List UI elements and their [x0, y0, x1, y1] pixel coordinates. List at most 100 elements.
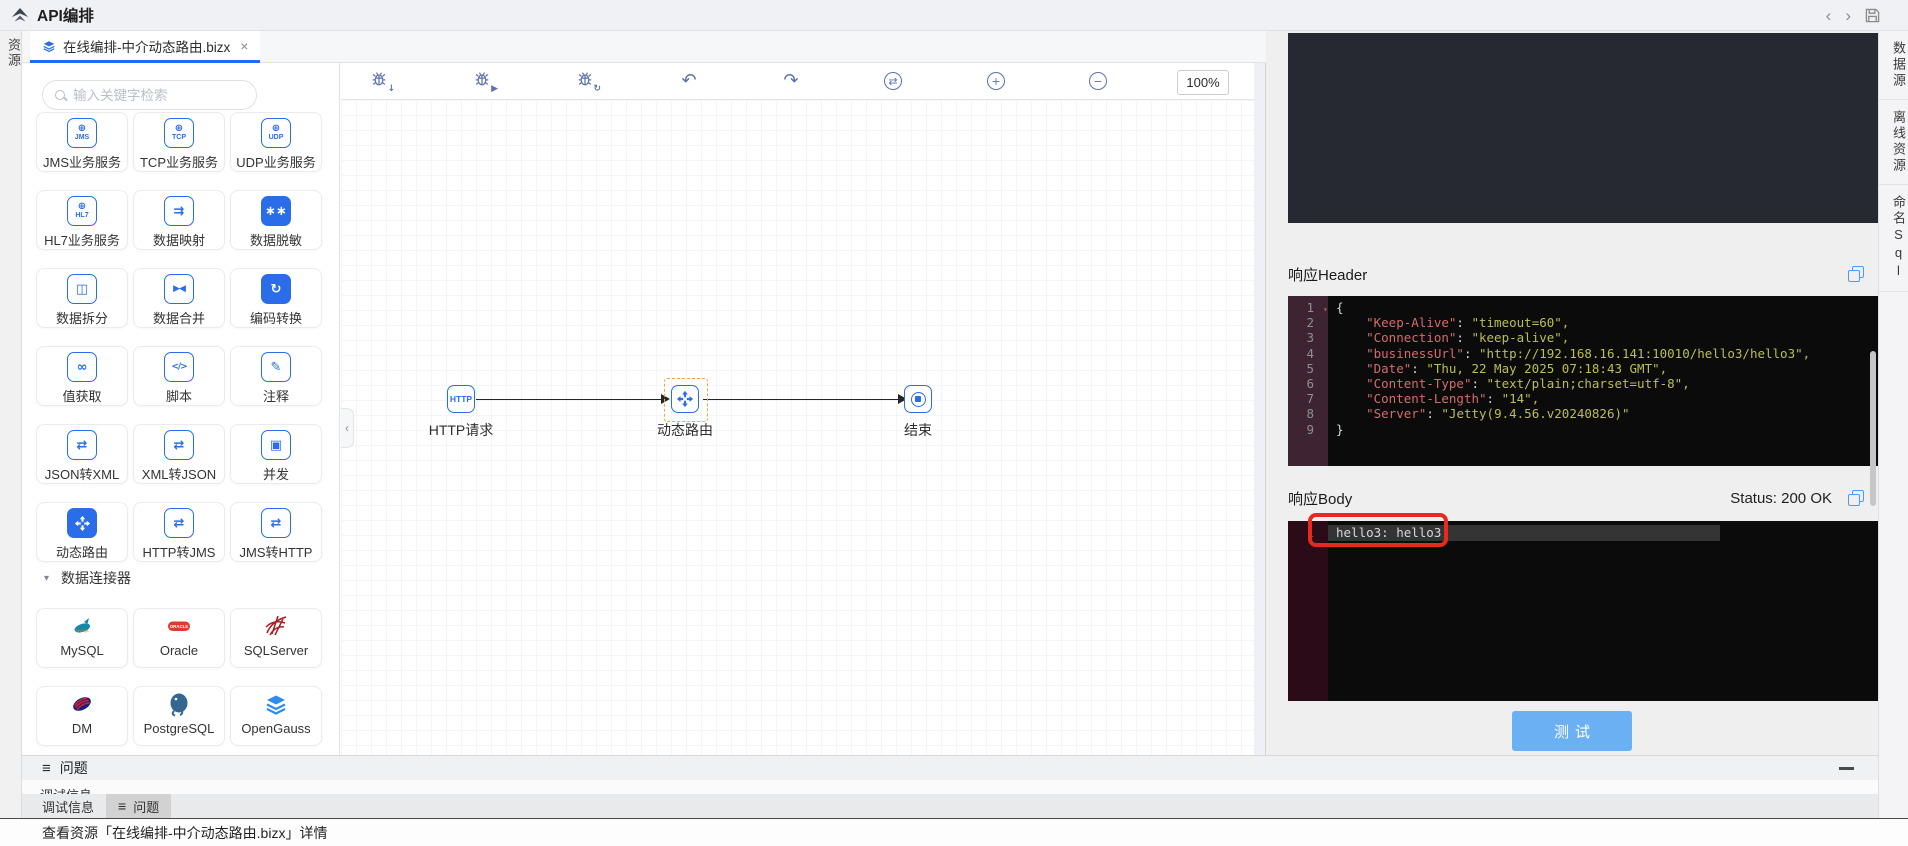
line-number: 7	[1306, 391, 1314, 407]
line-number: 1	[1306, 300, 1314, 315]
code-text: "Keep-Alive": "timeout=60",	[1366, 315, 1570, 331]
palette-search-box[interactable]	[42, 80, 257, 110]
glyph: ⇄	[173, 515, 185, 531]
connector-label: SQLServer	[243, 643, 309, 658]
palette-item-16[interactable]: ⇄ HTTP转JMS	[133, 502, 225, 562]
debug-restart-button[interactable]: ↻	[575, 69, 601, 94]
route-node-icon[interactable]	[664, 378, 708, 422]
panel-scrollbar-thumb[interactable]	[1870, 351, 1876, 506]
connector-item-postgresql[interactable]: PostgreSQL	[133, 686, 225, 746]
response-header-code[interactable]: 1 ▾{2 "Keep-Alive": "timeout=60", 3 "Conne…	[1288, 296, 1878, 466]
rail-tab-2[interactable]: 命名Sql	[1879, 185, 1908, 292]
back-arrow-icon[interactable]: ‹	[1826, 7, 1832, 24]
palette-item-13[interactable]: ⇄ XML转JSON	[133, 424, 225, 484]
debug-deploy-button[interactable]: ↓	[369, 69, 395, 94]
connector-item-oracle[interactable]: ORACLE Oracle	[133, 608, 225, 668]
collapse-palette-handle[interactable]: ‹	[341, 408, 354, 448]
connector-item-opengauss[interactable]: OpenGauss	[230, 686, 322, 746]
zoom-level-indicator[interactable]: 100%	[1177, 70, 1229, 95]
opengauss-icon	[231, 691, 321, 717]
code-line: 2 "Keep-Alive": "timeout=60",	[1288, 315, 1878, 330]
debug-run-button[interactable]: ▶	[472, 69, 498, 94]
palette-item-4[interactable]: ⇉ 数据映射	[133, 190, 225, 250]
node-palette-panel: ⊕JMSJMS业务服务⊕TCPTCP业务服务 ⊕UDP UDP业务服务 ⊕HL7HL7…	[22, 63, 340, 757]
code-line: 3 "Connection": "keep-alive",	[1288, 330, 1878, 345]
zoom-out-button[interactable]: −	[1086, 69, 1110, 93]
problems-header-bar[interactable]: ≡ 问题	[22, 755, 1878, 780]
zoom-in-button[interactable]: +	[984, 69, 1008, 93]
palette-item-3[interactable]: ⊕ HL7 HL7业务服务	[36, 190, 128, 250]
palette-item-7[interactable]: ▶◀ 数据合并	[133, 268, 225, 328]
palette-item-0[interactable]: ⊕ JMS JMS业务服务	[36, 112, 128, 172]
palette-icon-tcp: ⊕ TCP	[164, 118, 194, 148]
rail-tab-0[interactable]: 数据源	[1879, 31, 1908, 100]
test-button[interactable]: 测试	[1512, 711, 1632, 751]
connector-label: DM	[71, 721, 93, 736]
palette-item-label: 数据映射	[152, 233, 205, 248]
connector-item-dm[interactable]: DM	[36, 686, 128, 746]
copy-body-icon[interactable]	[1848, 490, 1864, 506]
sqlserver-icon	[231, 613, 321, 639]
selection-dashed-box	[664, 378, 708, 422]
palette-item-15[interactable]: 动态路由	[36, 502, 128, 562]
palette-item-1[interactable]: ⊕ TCP TCP业务服务	[133, 112, 225, 172]
palette-item-8[interactable]: ↻ 编码转换	[230, 268, 322, 328]
palette-item-17[interactable]: ⇄ JMS转HTTP	[230, 502, 322, 562]
fit-view-button[interactable]: ⇄	[881, 69, 905, 93]
flow-canvas[interactable]: ‹ HTTP HTTP请求 动态路由 结束	[341, 100, 1254, 757]
protocol-code: TCP	[172, 133, 186, 141]
bottom-tab-debug-info[interactable]: 调试信息	[30, 794, 106, 818]
section-data-connectors[interactable]: ▾ 数据连接器	[44, 568, 131, 588]
line-number: 5	[1306, 360, 1314, 376]
problems-header-label: 问题	[59, 760, 88, 776]
rail-tab-1[interactable]: 离线资源	[1879, 100, 1908, 185]
api-orchestration-app: API编排 ‹ › 资源 在线编排-中介动态路由.bizx × 输入关键字检索 …	[0, 0, 1908, 846]
file-tab-active[interactable]: 在线编排-中介动态路由.bizx ×	[30, 31, 261, 63]
save-icon[interactable]	[1865, 8, 1880, 23]
forward-arrow-icon[interactable]: ›	[1845, 7, 1851, 24]
node-http-request[interactable]: HTTP HTTP请求	[416, 385, 506, 440]
glyph: ◫	[75, 281, 89, 297]
palette-item-label: 数据拆分	[55, 311, 108, 326]
palette-item-label: 数据合并	[152, 311, 205, 326]
palette-item-label: 脚本	[165, 389, 192, 404]
code-line: 1 ▾{	[1288, 300, 1878, 315]
palette-item-11[interactable]: ✎ 注释	[230, 346, 322, 406]
resources-rail-tab[interactable]: 资源	[4, 38, 23, 68]
connector-grid: MySQL MySQL ORACLE Oracle SQLServer DM Postgre…	[36, 608, 332, 746]
redo-button[interactable]: ↷	[779, 69, 803, 93]
palette-item-6[interactable]: ◫ 数据拆分	[36, 268, 128, 328]
palette-icon-udp: ⊕ UDP	[261, 118, 291, 148]
code-text: "businessUrl": "http://192.168.16.141:10…	[1366, 345, 1811, 361]
glyph: </>	[171, 361, 187, 372]
palette-item-12[interactable]: ⇄ JSON转XML	[36, 424, 128, 484]
copy-header-icon[interactable]	[1848, 266, 1864, 282]
response-body-code[interactable]: 1 hello3: hello3	[1288, 521, 1878, 701]
glyph: ▶◀	[173, 283, 186, 294]
clipped-row: 调试信息	[22, 780, 1878, 794]
palette-item-10[interactable]: </> 脚本	[133, 346, 225, 406]
connector-item-mysql[interactable]: MySQL MySQL	[36, 608, 128, 668]
node-label: 结束	[904, 422, 932, 438]
glyph: ▣	[269, 437, 283, 453]
connector-item-sqlserver[interactable]: SQLServer	[230, 608, 322, 668]
palette-item-label: UDP业务服务	[236, 155, 316, 170]
bottom-tab-problems[interactable]: ≡ 问题	[106, 794, 172, 818]
palette-item-14[interactable]: ▣ 并发	[230, 424, 322, 484]
node-end[interactable]: 结束	[873, 385, 963, 440]
palette-item-5[interactable]: ∗∗ 数据脱敏	[230, 190, 322, 250]
palette-icon: ⇄	[261, 508, 291, 538]
close-tab-icon[interactable]: ×	[240, 38, 248, 54]
node-dynamic-route[interactable]: 动态路由	[640, 378, 730, 440]
http-node-icon[interactable]: HTTP	[447, 385, 475, 413]
palette-icon: ∞	[67, 352, 97, 382]
palette-item-9[interactable]: ∞ 值获取	[36, 346, 128, 406]
search-input[interactable]	[73, 87, 233, 103]
titlebar-controls: ‹ ›	[1826, 0, 1880, 31]
palette-item-2[interactable]: ⊕ UDP UDP业务服务	[230, 112, 322, 172]
end-node-icon[interactable]	[904, 385, 932, 413]
oracle-icon: ORACLE	[134, 613, 224, 639]
undo-button[interactable]: ↶	[677, 69, 701, 93]
minimize-panel-icon[interactable]	[1839, 766, 1854, 770]
palette-item-label: 并发	[262, 467, 289, 482]
